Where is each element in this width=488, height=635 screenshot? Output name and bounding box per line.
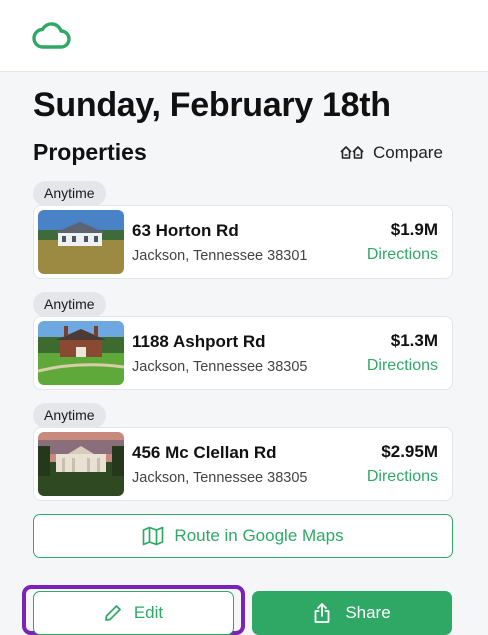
edit-label: Edit	[133, 603, 164, 622]
property-card[interactable]: 63 Horton Rd Jackson, Tennessee 38301 $1…	[33, 205, 453, 279]
route-google-maps-button[interactable]: Route in Google Maps	[33, 514, 453, 558]
property-photo	[38, 432, 124, 496]
route-label: Route in Google Maps	[174, 526, 344, 545]
property-city: Jackson, Tennessee 38301	[132, 248, 308, 264]
time-badge: Anytime	[33, 292, 106, 317]
property-photo	[38, 210, 124, 274]
top-bar	[0, 0, 488, 72]
compare-label: Compare	[373, 143, 443, 162]
cloud-icon[interactable]	[32, 20, 72, 50]
property-address: 63 Horton Rd	[132, 221, 239, 240]
property-address: 1188 Ashport Rd	[132, 332, 266, 351]
properties-heading: Properties	[33, 139, 147, 165]
share-icon	[314, 603, 330, 623]
time-badge: Anytime	[33, 403, 106, 428]
pencil-icon	[104, 605, 121, 621]
property-address: 456 Mc Clellan Rd	[132, 443, 277, 462]
property-price: $1.3M	[390, 331, 438, 350]
property-photo	[38, 321, 124, 385]
property-city: Jackson, Tennessee 38305	[132, 470, 308, 486]
share-label: Share	[345, 603, 391, 622]
compare-button[interactable]: Compare	[339, 141, 443, 165]
directions-link[interactable]: Directions	[367, 357, 438, 375]
property-city: Jackson, Tennessee 38305	[132, 359, 308, 375]
time-badge: Anytime	[33, 181, 106, 206]
property-card[interactable]: 456 Mc Clellan Rd Jackson, Tennessee 383…	[33, 427, 453, 501]
directions-link[interactable]: Directions	[367, 246, 438, 264]
edit-button[interactable]: Edit	[33, 591, 234, 635]
page-title: Sunday, February 18th	[33, 86, 391, 124]
property-card[interactable]: 1188 Ashport Rd Jackson, Tennessee 38305…	[33, 316, 453, 390]
property-price: $1.9M	[390, 220, 438, 239]
houses-icon	[340, 146, 364, 159]
share-button[interactable]: Share	[252, 591, 452, 635]
directions-link[interactable]: Directions	[367, 468, 438, 486]
map-icon	[143, 526, 164, 546]
property-price: $2.95M	[381, 442, 438, 461]
